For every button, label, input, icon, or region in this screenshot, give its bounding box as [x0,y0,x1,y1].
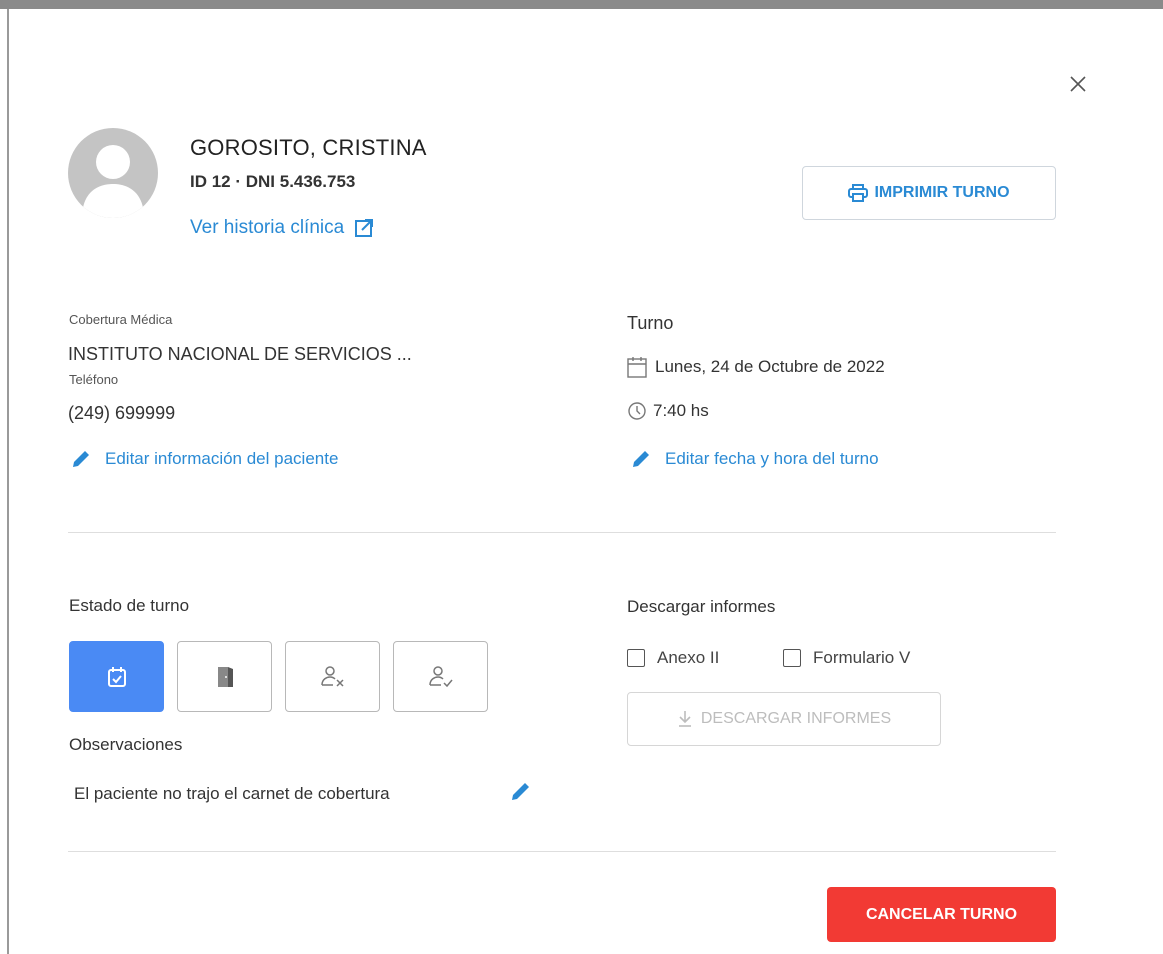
coverage-label: Cobertura Médica [69,312,173,327]
edit-patient-label: Editar información del paciente [105,449,339,468]
printer-icon [848,184,869,202]
pencil-icon [73,451,89,467]
calendar-check-icon [107,666,126,687]
observations-text: El paciente no trajo el carnet de cobert… [74,784,390,803]
appointment-time: 7:40 hs [653,401,709,420]
external-link-icon [355,219,374,237]
coverage-value: INSTITUTO NACIONAL DE SERVICIOS ... [68,344,412,364]
patient-ids: ID 12 · DNI 5.436.753 [190,172,356,191]
appointment-time-row: 7:40 hs [627,401,709,421]
download-reports-button[interactable]: DESCARGAR INFORMES [627,692,941,746]
status-absent-button[interactable] [285,641,380,712]
user-x-icon [320,665,344,687]
download-reports-label: DESCARGAR INFORMES [700,710,892,727]
phone-value: (249) 699999 [68,403,176,423]
divider [68,851,1056,852]
user-placeholder-icon [82,145,144,218]
observations-title: Observaciones [69,735,183,754]
status-waiting-room-button[interactable] [177,641,272,712]
window-left-border [7,9,9,954]
history-link[interactable]: Ver historia clínica [190,217,374,239]
edit-appointment-link[interactable]: Editar fecha y hora del turno [631,449,879,469]
calendar-icon [627,357,647,378]
anexo-checkbox[interactable]: Anexo II [627,648,719,668]
window-top-border [0,0,1163,9]
appointment-date-row: Lunes, 24 de Octubre de 2022 [627,356,885,378]
status-attended-button[interactable] [393,641,488,712]
appointment-date: Lunes, 24 de Octubre de 2022 [655,357,885,376]
edit-appointment-label: Editar fecha y hora del turno [665,449,879,468]
history-link-label: Ver historia clínica [190,217,345,238]
divider [68,532,1056,533]
print-button[interactable]: IMPRIMIR TURNO [802,166,1056,220]
cancel-appointment-button[interactable]: CANCELAR TURNO [827,887,1056,942]
print-button-label: IMPRIMIR TURNO [874,184,1010,201]
download-icon [678,711,691,727]
anexo-label: Anexo II [657,648,720,667]
reports-title: Descargar informes [627,597,776,616]
phone-label: Teléfono [69,372,119,387]
checkbox-box [627,649,645,667]
status-scheduled-button[interactable] [69,641,164,712]
patient-name: GOROSITO, CRISTINA [190,135,427,160]
checkbox-box [783,649,801,667]
edit-observations-icon[interactable] [509,779,533,808]
status-title: Estado de turno [69,596,190,615]
cancel-appointment-label: CANCELAR TURNO [865,905,1018,923]
edit-patient-link[interactable]: Editar información del paciente [71,449,338,469]
appointment-title: Turno [627,313,674,333]
user-check-icon [428,665,453,687]
formulario-checkbox[interactable]: Formulario V [783,648,910,668]
door-icon [217,666,233,687]
formulario-label: Formulario V [813,648,911,667]
avatar [68,128,158,218]
clock-icon [628,402,646,420]
close-icon[interactable] [1066,72,1090,96]
pencil-icon [633,451,649,467]
